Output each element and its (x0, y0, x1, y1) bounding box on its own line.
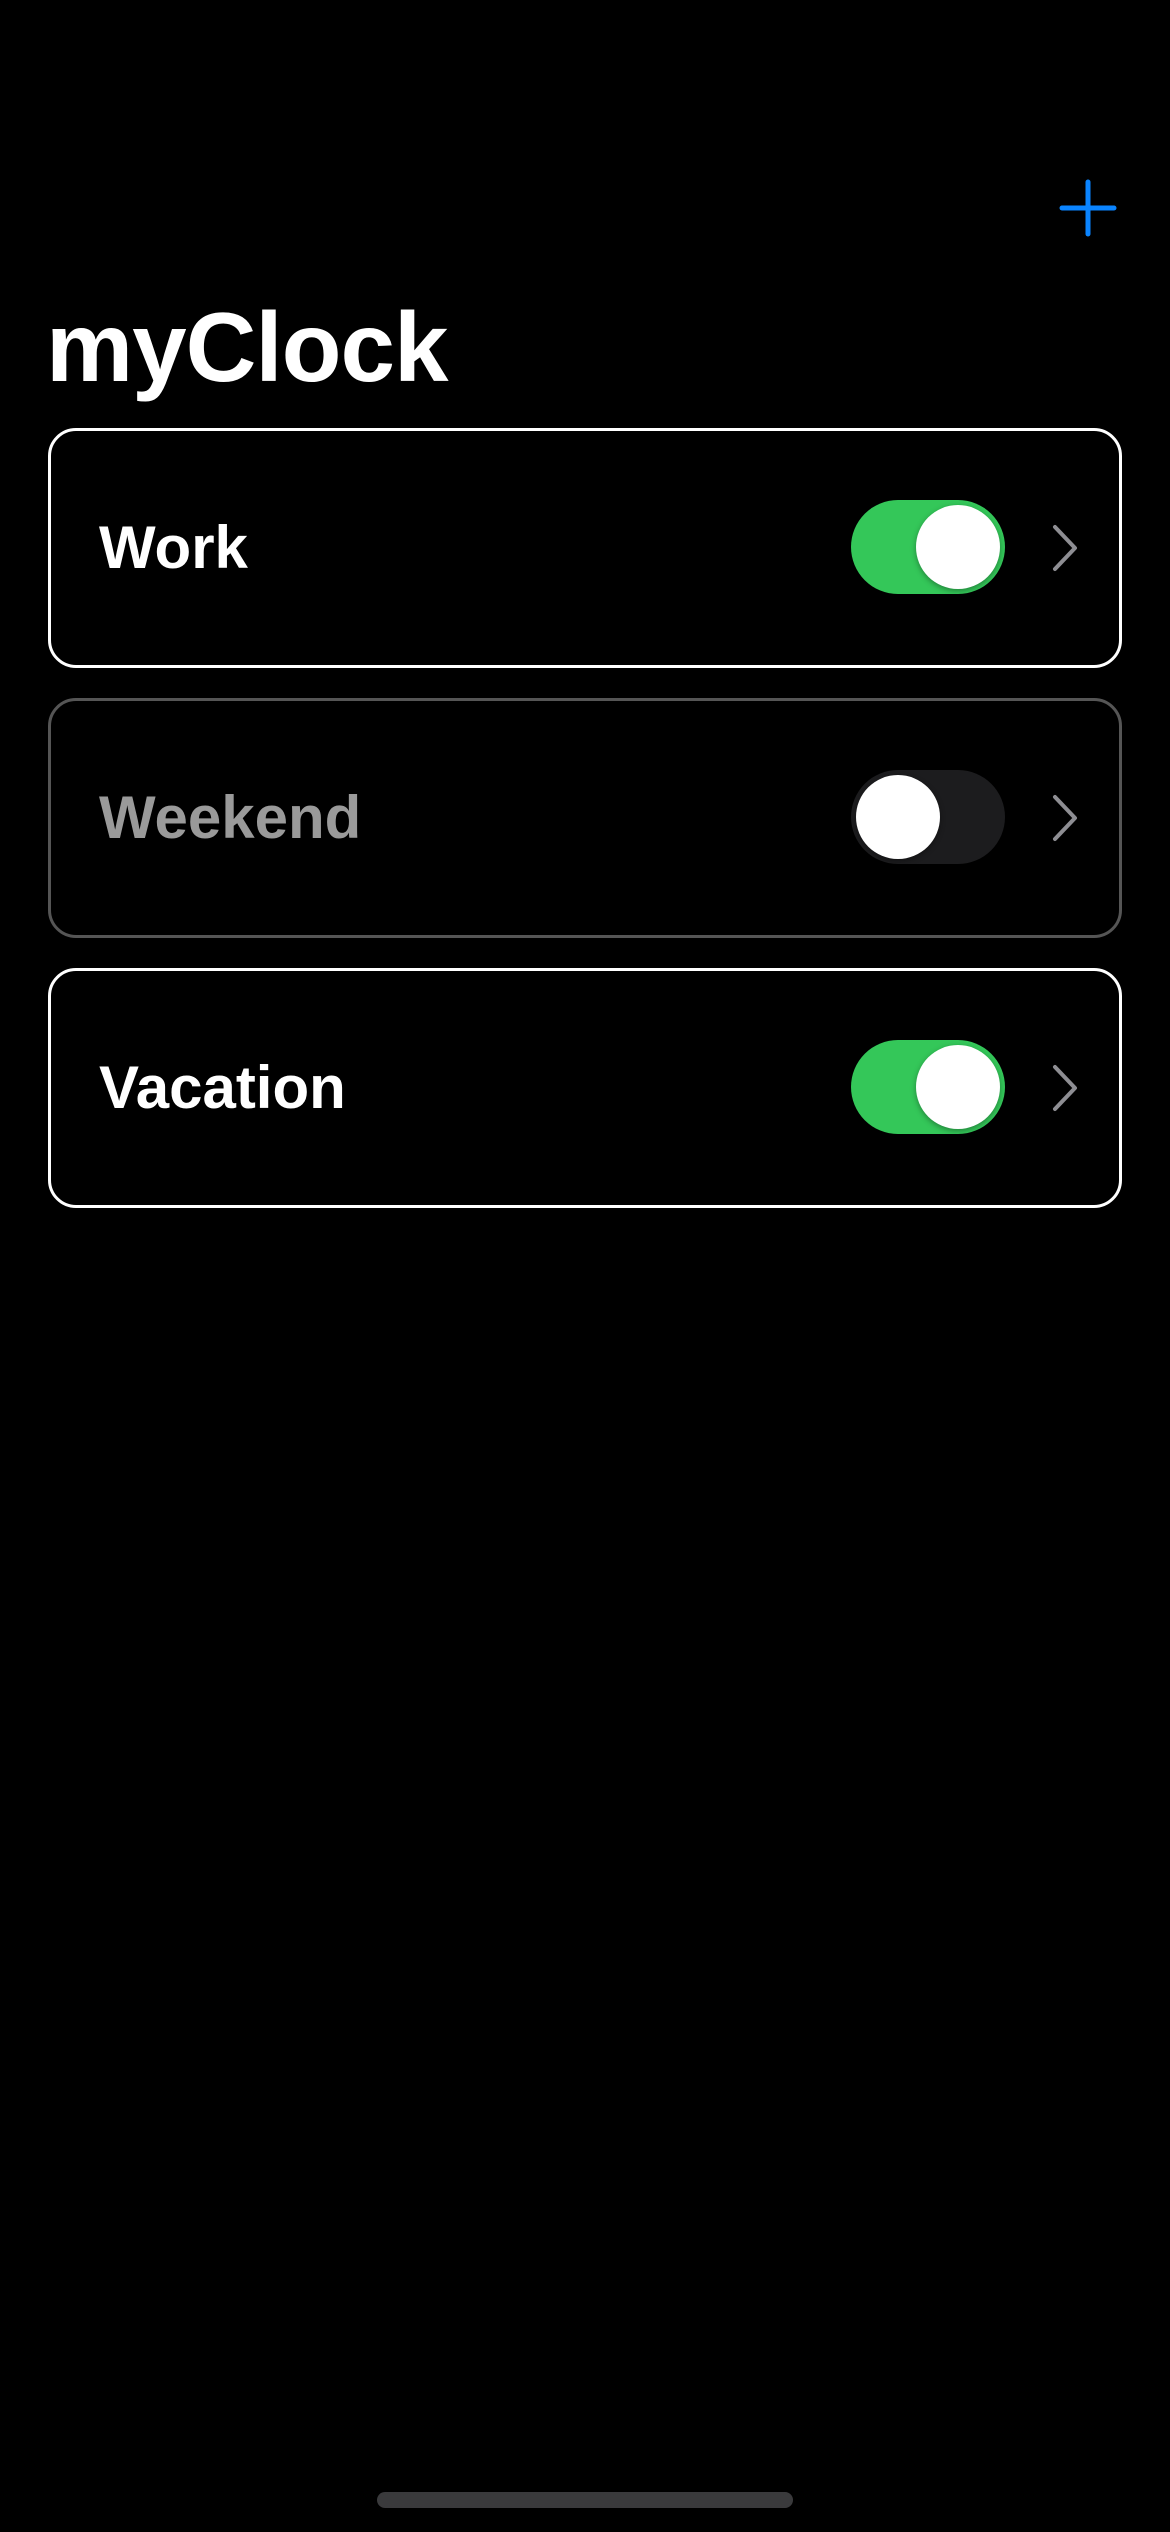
schedule-name: Weekend (99, 784, 362, 851)
schedule-toggle-work[interactable] (851, 500, 1005, 594)
schedule-card-work[interactable]: Work (48, 428, 1122, 668)
add-schedule-button[interactable] (1048, 168, 1128, 248)
chevron-right-icon (1053, 795, 1077, 841)
toggle-knob (856, 775, 940, 859)
page-title: myClock (46, 292, 449, 402)
home-indicator[interactable] (377, 2492, 793, 2508)
schedule-toggle-vacation[interactable] (851, 1040, 1005, 1134)
schedule-name: Work (99, 514, 248, 581)
schedule-list: Work Weekend Vacation (48, 428, 1122, 1238)
plus-icon (1059, 179, 1117, 237)
chevron-right-icon (1053, 525, 1077, 571)
schedule-toggle-weekend[interactable] (851, 770, 1005, 864)
chevron-right-icon (1053, 1065, 1077, 1111)
toggle-knob (916, 505, 1000, 589)
schedule-card-weekend[interactable]: Weekend (48, 698, 1122, 938)
schedule-name: Vacation (99, 1054, 346, 1121)
schedule-card-vacation[interactable]: Vacation (48, 968, 1122, 1208)
toggle-knob (916, 1045, 1000, 1129)
